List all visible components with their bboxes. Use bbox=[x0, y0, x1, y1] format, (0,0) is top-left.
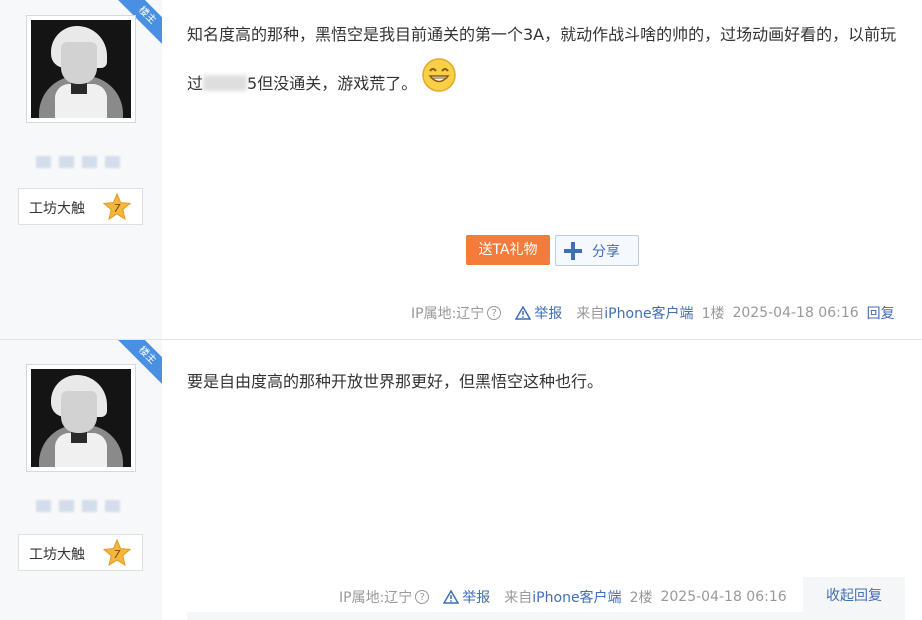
ip-location: IP属地:辽宁 bbox=[411, 306, 485, 322]
post-text-part2: 5但没通关，游戏荒了。 bbox=[247, 74, 418, 93]
report-link[interactable]: 举报 bbox=[443, 587, 490, 607]
warning-icon bbox=[515, 306, 532, 320]
share-label: 分享 bbox=[592, 243, 620, 260]
source-client-link[interactable]: iPhone客户端 bbox=[604, 303, 693, 323]
floor-number: 1楼 bbox=[701, 306, 725, 322]
post-actions: 送TA礼物 分享 bbox=[466, 235, 639, 266]
plus-icon bbox=[564, 241, 582, 260]
level-number: 7 bbox=[114, 202, 121, 215]
report-label: 举报 bbox=[462, 590, 491, 606]
collapse-replies-button[interactable]: 收起回复 bbox=[803, 577, 905, 615]
reply-link[interactable]: 回复 bbox=[867, 303, 895, 323]
report-link[interactable]: 举报 bbox=[515, 303, 562, 323]
username-blurred[interactable] bbox=[36, 156, 120, 168]
level-star-icon: 7 bbox=[103, 193, 131, 221]
share-button[interactable]: 分享 bbox=[555, 235, 639, 266]
post-content: 要是自由度高的那种开放世界那更好，但黑悟空这种也行。 bbox=[187, 372, 604, 391]
floor-number: 2楼 bbox=[629, 590, 653, 606]
ip-location: IP属地:辽宁 bbox=[339, 590, 413, 606]
send-gift-button[interactable]: 送TA礼物 bbox=[466, 235, 550, 265]
avatar-image bbox=[31, 369, 131, 467]
avatar-image bbox=[31, 20, 131, 118]
level-number: 7 bbox=[114, 548, 121, 561]
source-client-link[interactable]: iPhone客户端 bbox=[532, 587, 621, 607]
post-floor-2: 楼主 工坊大触 7 要是自由度高的那种开放世界那更好，但黑悟空这种也行。 IP属… bbox=[0, 340, 922, 620]
post-floor-1: 楼主 工坊大触 7 知名度高的那种，黑悟空是我目前通关的第一个3A，就动作战斗啥… bbox=[0, 0, 922, 340]
post-timestamp: 2025-04-18 06:16 bbox=[660, 589, 787, 605]
username-blurred[interactable] bbox=[36, 500, 120, 512]
source-prefix: 来自 bbox=[576, 306, 605, 322]
post-content: 知名度高的那种，黑悟空是我目前通关的第一个3A，就动作战斗啥的帅的，过场动画好看… bbox=[187, 13, 907, 106]
post-timestamp: 2025-04-18 06:16 bbox=[732, 305, 859, 321]
help-icon[interactable]: ? bbox=[487, 306, 502, 320]
forum-rank-badge[interactable]: 工坊大触 7 bbox=[18, 534, 143, 571]
avatar[interactable] bbox=[26, 15, 136, 123]
post-meta: IP属地:辽宁 ? 举报 来自 iPhone客户端 1楼 2025-04-18 0… bbox=[411, 303, 895, 323]
forum-rank-badge[interactable]: 工坊大触 7 bbox=[18, 188, 143, 225]
author-sidebar: 楼主 工坊大触 7 bbox=[0, 0, 162, 339]
report-label: 举报 bbox=[534, 306, 563, 322]
redacted-text bbox=[203, 75, 248, 91]
level-star-icon: 7 bbox=[103, 539, 131, 567]
grinning-face-icon bbox=[422, 58, 456, 92]
rank-label: 工坊大触 bbox=[29, 547, 85, 563]
rank-label: 工坊大触 bbox=[29, 201, 85, 217]
avatar[interactable] bbox=[26, 364, 136, 472]
source-prefix: 来自 bbox=[504, 590, 533, 606]
help-icon[interactable]: ? bbox=[415, 590, 430, 604]
reply-area bbox=[187, 612, 905, 620]
warning-icon bbox=[443, 590, 460, 604]
author-sidebar: 楼主 工坊大触 7 bbox=[0, 340, 162, 620]
post-meta: IP属地:辽宁 ? 举报 来自 iPhone客户端 2楼 2025-04-18 0… bbox=[339, 587, 787, 607]
